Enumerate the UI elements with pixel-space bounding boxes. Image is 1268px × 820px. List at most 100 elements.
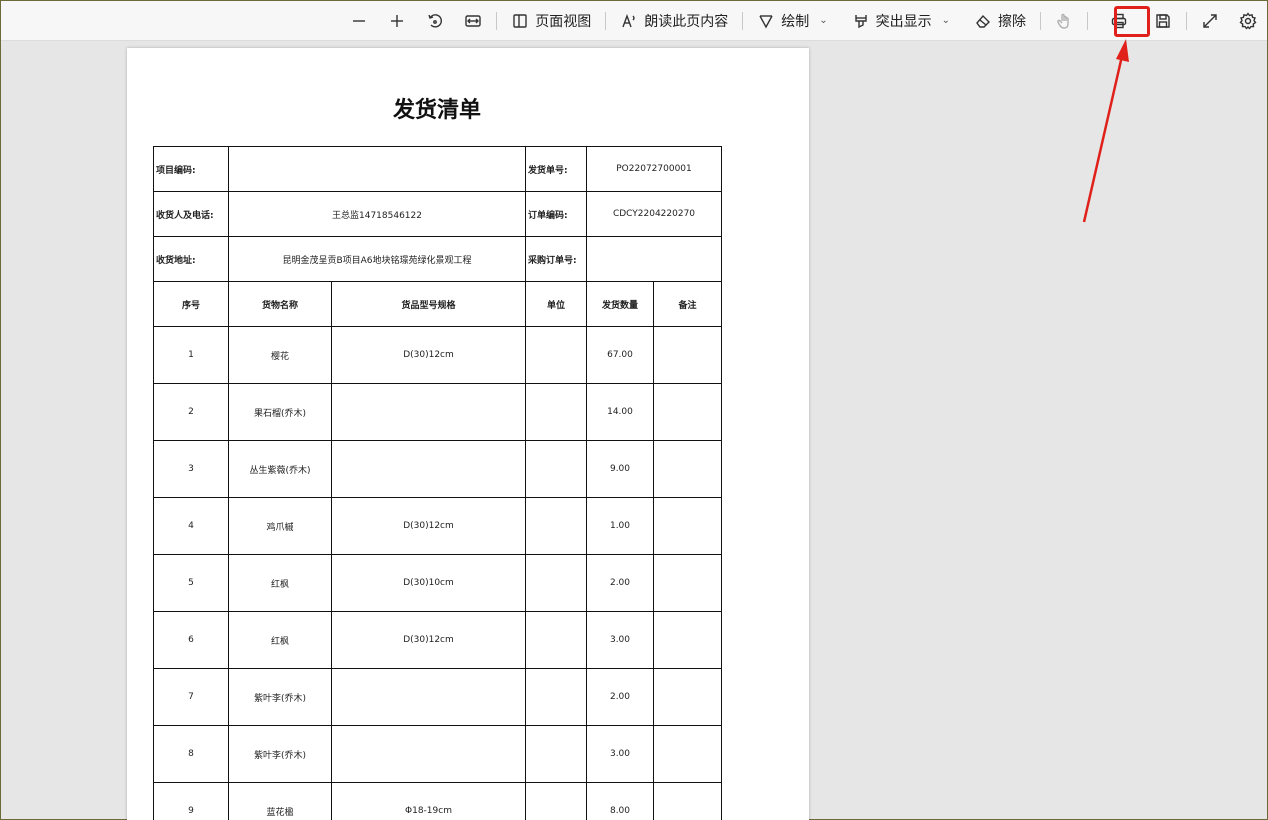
erase-button[interactable]: 擦除 (968, 5, 1032, 37)
page-view-button[interactable]: 页面视图 (505, 5, 597, 37)
expand-icon (1203, 13, 1217, 28)
receiver-value: 王总监14718546122 (228, 191, 526, 237)
cell-spec: D(30)12cm (331, 326, 526, 384)
cell-unit (525, 668, 587, 726)
table-header-row: 序号 货物名称 货品型号规格 单位 发货数量 备注 (153, 281, 722, 327)
address-label: 收货地址: (153, 236, 229, 282)
plus-icon (391, 14, 404, 27)
shipment-table: 项目编码: 发货单号: PO22072700001 收货人及电话: 王总监147… (153, 146, 722, 820)
cell-no: 7 (153, 668, 229, 726)
cell-note (653, 782, 722, 820)
cell-note (653, 383, 722, 441)
gear-icon (1239, 11, 1257, 30)
purchase-no-label: 采购订单号: (525, 236, 587, 282)
cell-no: 8 (153, 725, 229, 783)
table-row: 1 樱花 D(30)12cm 67.00 (153, 326, 722, 384)
cell-unit (525, 554, 587, 612)
order-code-value: CDCY2204220270 (586, 191, 722, 237)
address-value: 昆明金茂呈贡B项目A6地块铭璟苑绿化景观工程 (228, 236, 526, 282)
cell-no: 4 (153, 497, 229, 555)
cell-qty: 8.00 (586, 782, 654, 820)
pdf-toolbar: 页面视图 朗读此页内容 绘制 ⌄ 突出显示 ⌄ 擦除 (1, 1, 1267, 41)
cell-unit (525, 611, 587, 669)
page-view-label: 页面视图 (535, 13, 592, 30)
settings-button[interactable] (1233, 5, 1263, 37)
cell-unit (525, 497, 587, 555)
highlight-button[interactable]: 突出显示 ⌄ (846, 5, 956, 37)
column-header: 货物名称 (228, 281, 332, 327)
draw-button[interactable]: 绘制 ⌄ (751, 5, 833, 37)
print-annotation-box (1114, 6, 1150, 37)
toolbar-divider (742, 11, 744, 30)
cell-note (653, 725, 722, 783)
table-row: 7 紫叶李(乔木) 2.00 (153, 668, 722, 726)
cell-name: 红枫 (228, 611, 332, 669)
table-row: 3 丛生紫薇(乔木) 9.00 (153, 440, 722, 498)
rotate-icon (428, 13, 443, 27)
cell-no: 9 (153, 782, 229, 820)
table-row: 5 红枫 D(30)10cm 2.00 (153, 554, 722, 612)
project-code-value (228, 146, 526, 192)
read-aloud-icon (622, 13, 635, 27)
cell-unit (525, 725, 587, 783)
read-aloud-button[interactable]: 朗读此页内容 (614, 5, 734, 37)
cell-note (653, 440, 722, 498)
cell-unit (525, 782, 587, 820)
table-row: 4 鸡爪槭 D(30)12cm 1.00 (153, 497, 722, 555)
cell-qty: 2.00 (586, 668, 654, 726)
item-rows: 1 樱花 D(30)12cm 67.00 2 果石榴(乔木) 14.00 3 丛生紫薇(乔木) 9… (153, 326, 722, 820)
cell-name: 果石榴(乔木) (228, 383, 332, 441)
table-row: 项目编码: 发货单号: PO22072700001 (153, 146, 722, 192)
cell-name: 丛生紫薇(乔木) (228, 440, 332, 498)
cell-name: 蓝花楹 (228, 782, 332, 820)
draw-label: 绘制 (781, 13, 810, 30)
cell-note (653, 554, 722, 612)
cell-unit (525, 440, 587, 498)
save-button[interactable] (1148, 5, 1178, 37)
table-row: 9 蓝花楹 Φ18-19cm 8.00 (153, 782, 722, 820)
cell-no: 3 (153, 440, 229, 498)
receiver-label: 收货人及电话: (153, 191, 229, 237)
cell-note (653, 668, 722, 726)
shipment-no-label: 发货单号: (525, 146, 587, 192)
cell-no: 1 (153, 326, 229, 384)
highlight-label: 突出显示 (875, 13, 932, 30)
column-header: 备注 (653, 281, 722, 327)
pdf-page: 发货清单 项目编码: 发货单号: PO22072700001 收货人及电话: 王… (127, 48, 809, 820)
chevron-down-icon[interactable]: ⌄ (819, 15, 827, 26)
cell-note (653, 611, 722, 669)
rotate-button[interactable] (420, 5, 450, 37)
cell-spec: D(30)12cm (331, 611, 526, 669)
cell-name: 樱花 (228, 326, 332, 384)
column-header: 单位 (525, 281, 587, 327)
touch-write-button[interactable] (1049, 5, 1079, 37)
fit-width-button[interactable] (458, 5, 488, 37)
column-header: 发货数量 (586, 281, 654, 327)
cell-unit (525, 383, 587, 441)
cell-qty: 3.00 (586, 725, 654, 783)
cell-qty: 1.00 (586, 497, 654, 555)
toolbar-divider (1040, 11, 1041, 30)
page-view-icon (513, 13, 527, 28)
cell-spec (331, 725, 526, 783)
draw-icon (759, 14, 773, 28)
cell-name: 鸡爪槭 (228, 497, 332, 555)
project-code-label: 项目编码: (153, 146, 229, 192)
cell-qty: 2.00 (586, 554, 654, 612)
cell-spec (331, 440, 526, 498)
zoom-out-button[interactable] (344, 5, 374, 37)
cell-no: 5 (153, 554, 229, 612)
table-row: 8 紫叶李(乔木) 3.00 (153, 725, 722, 783)
column-header: 序号 (153, 281, 229, 327)
chevron-down-icon[interactable]: ⌄ (942, 15, 950, 26)
cell-qty: 9.00 (586, 440, 654, 498)
cell-name: 紫叶李(乔木) (228, 725, 332, 783)
cell-unit (525, 326, 587, 384)
read-aloud-label: 朗读此页内容 (644, 13, 729, 30)
highlighter-icon (854, 14, 867, 28)
minus-icon (353, 19, 366, 22)
zoom-in-button[interactable] (382, 5, 412, 37)
toolbar-divider (496, 11, 498, 30)
fullscreen-button[interactable] (1195, 5, 1225, 37)
cell-qty: 67.00 (586, 326, 654, 384)
